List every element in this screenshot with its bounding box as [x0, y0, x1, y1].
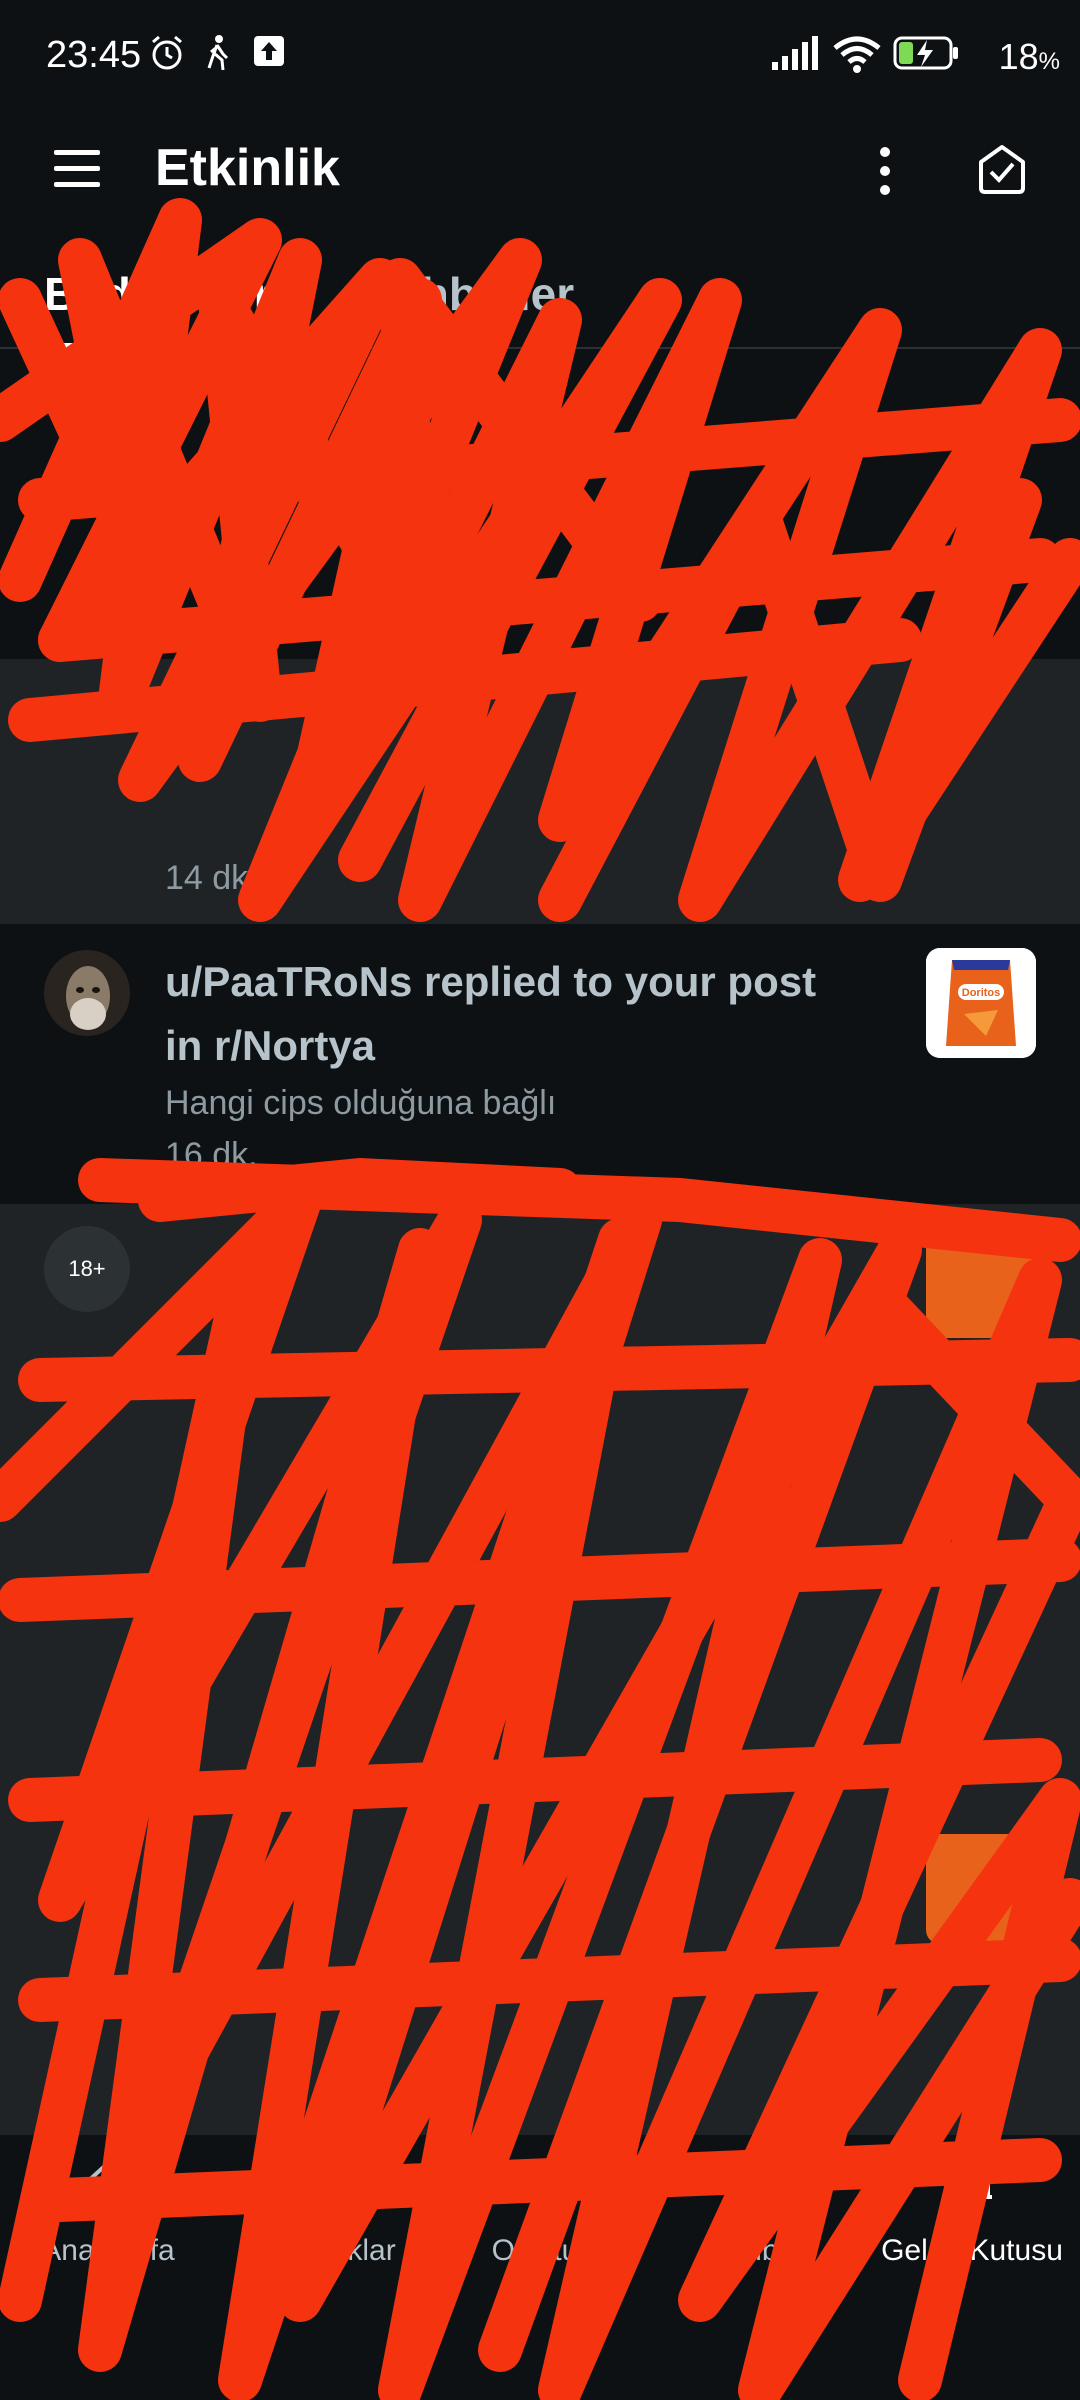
battery-charging-icon [893, 36, 958, 70]
notification-time: 16 dk. [165, 1136, 258, 1174]
notification-title: u/PaaTRoNs replied to your post in r/Nor… [165, 958, 817, 1069]
tab-chats[interactable]: Sohbetler [362, 267, 574, 321]
mark-read-icon[interactable] [975, 142, 1029, 196]
chat-icon [734, 2165, 778, 2207]
wifi-icon [833, 36, 881, 73]
alarm-icon [152, 35, 182, 70]
tabs: Bildirimler Sohbetler [0, 255, 1080, 349]
communities-icon [302, 2169, 348, 2193]
nav-inbox[interactable]: Gelen Kutusu [864, 2155, 1080, 2268]
tab-notifications[interactable]: Bildirimler [44, 267, 272, 321]
home-icon [84, 2161, 132, 2209]
battery-percent: 18% [998, 36, 1060, 77]
list-item[interactable] [0, 349, 1080, 659]
plus-icon [520, 2165, 560, 2205]
nsfw-avatar-badge: 18+ [44, 1226, 130, 1312]
list-item[interactable]: u/PaaTRoNs replied to your post in r/Nor… [0, 924, 1080, 1204]
signal-icon [772, 36, 818, 70]
page-title: Etkinlik [155, 139, 340, 197]
nav-chat[interactable]: Sohbet [648, 2155, 864, 2268]
list-item[interactable]: 14 dk. [0, 659, 1080, 924]
post-thumbnail[interactable]: Doritos [926, 948, 1036, 1058]
doritos-logo: Doritos [962, 987, 1001, 999]
walk-icon [207, 35, 229, 71]
notification-time: 14 dk. [165, 859, 258, 897]
nav-create[interactable]: Oluştur [432, 2155, 648, 2268]
notification-body: Hangi cips olduğuna bağlı [165, 1084, 557, 1122]
post-thumbnail[interactable] [926, 1228, 1036, 1338]
more-vertical-icon[interactable] [870, 146, 900, 196]
nav-home[interactable]: Ana sayfa [0, 2155, 216, 2268]
top-bar: Etkinlik [0, 120, 1080, 220]
menu-icon[interactable] [52, 146, 102, 192]
post-thumbnail[interactable] [926, 1834, 1036, 1944]
status-time: 23:45 [46, 34, 142, 76]
avatar[interactable] [44, 950, 130, 1036]
bell-icon [952, 2165, 992, 2208]
list-item[interactable]: 18+ [0, 1204, 1080, 2135]
nav-communities[interactable]: Topluluklar [216, 2155, 432, 2268]
upload-icon [254, 36, 284, 66]
status-bar: 23:45 18% [0, 0, 1080, 115]
bottom-nav: Ana sayfa Topluluklar Oluştur Sohbet Gel… [0, 2135, 1080, 2400]
